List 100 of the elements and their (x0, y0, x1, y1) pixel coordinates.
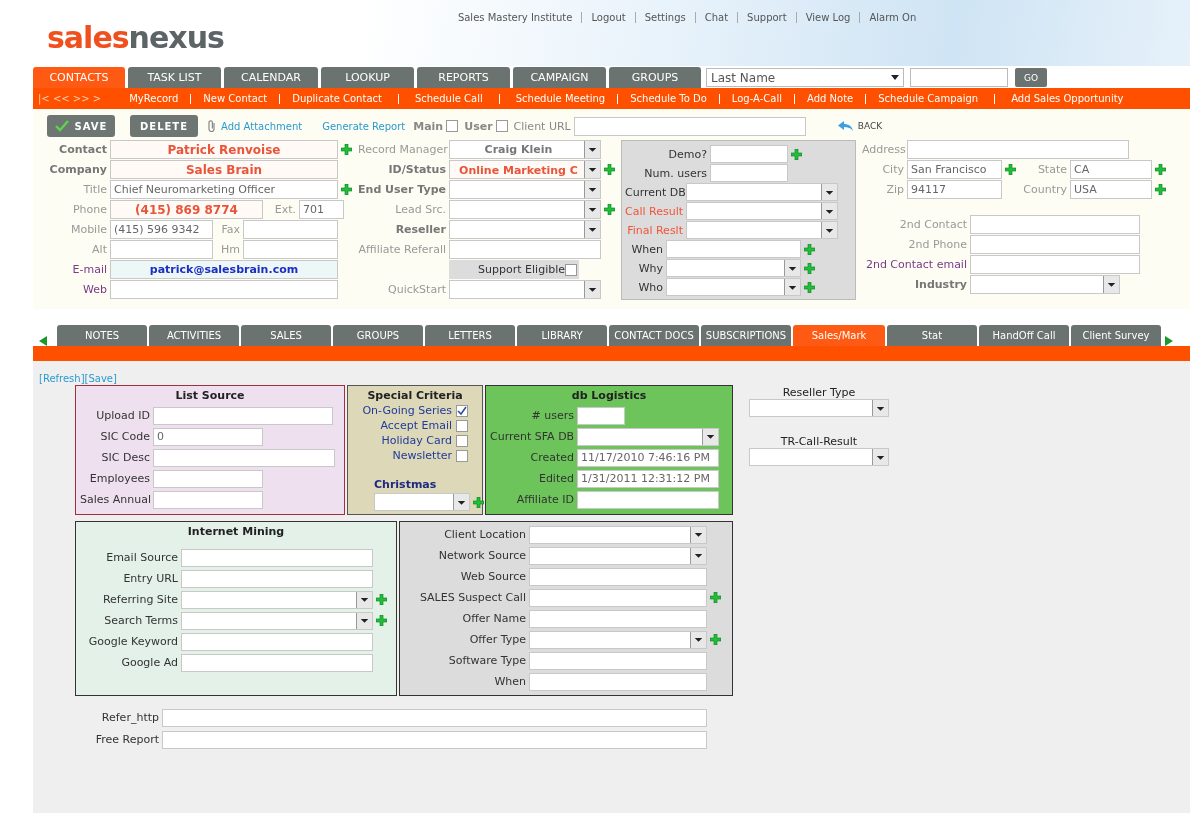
action-link[interactable]: MyRecord (129, 93, 179, 104)
dropdown[interactable] (529, 525, 707, 544)
add-icon[interactable] (604, 204, 615, 215)
text-field[interactable] (162, 708, 707, 727)
text-field[interactable]: 0 (153, 427, 263, 446)
text-field[interactable]: (415) 596 9342 (110, 220, 213, 239)
text-field[interactable] (529, 672, 707, 691)
dropdown[interactable] (686, 202, 838, 220)
save-button[interactable]: SAVE (47, 115, 115, 137)
nav-tab[interactable]: CALENDAR (224, 67, 318, 88)
dropdown[interactable]: Online Marketing C (449, 160, 601, 179)
dropdown[interactable] (449, 200, 601, 219)
logo[interactable]: salesnexus (47, 20, 224, 55)
nav-tab[interactable]: TASK LIST (128, 67, 221, 88)
text-field[interactable]: San Francisco (907, 160, 1002, 179)
dropdown[interactable]: Craig Klein (449, 140, 601, 159)
dropdown[interactable] (449, 180, 601, 199)
add-icon[interactable] (473, 496, 484, 508)
header-link[interactable]: Alarm On (859, 12, 926, 23)
text-field[interactable] (529, 609, 707, 628)
add-attachment-link[interactable]: Add Attachment (221, 120, 303, 132)
header-link[interactable]: View Log (795, 12, 860, 23)
add-icon[interactable] (1155, 164, 1166, 175)
search-field-selector[interactable]: Last Name (706, 68, 904, 87)
dropdown[interactable] (449, 280, 601, 299)
action-link[interactable]: Add Sales Opportunity (1011, 93, 1124, 104)
text-field[interactable] (666, 240, 801, 258)
text-field[interactable]: 94117 (907, 180, 1002, 199)
nav-tab[interactable]: CONTACTS (33, 67, 125, 88)
nav-tab[interactable]: REPORTS (417, 67, 510, 88)
text-field[interactable] (710, 145, 788, 163)
section-tab[interactable]: ACTIVITIES (149, 325, 239, 346)
action-link[interactable]: Duplicate Contact (292, 93, 382, 104)
generate-report-link[interactable]: Generate Report (322, 120, 406, 132)
action-link[interactable]: Schedule Meeting (515, 93, 606, 104)
dropdown[interactable] (666, 278, 801, 296)
action-link[interactable]: Schedule Call (414, 93, 483, 104)
text-field[interactable] (449, 240, 601, 259)
text-field[interactable] (529, 567, 707, 586)
add-icon[interactable] (376, 615, 387, 626)
action-link[interactable]: New Contact (203, 93, 268, 104)
add-icon[interactable] (710, 634, 721, 645)
section-tab[interactable]: Client Survey (1071, 325, 1161, 346)
text-field[interactable] (181, 569, 373, 588)
text-field[interactable]: 701 (299, 200, 344, 219)
add-icon[interactable] (791, 148, 802, 160)
dropdown[interactable] (970, 275, 1120, 294)
section-tab[interactable]: Sales/Mark (793, 325, 885, 346)
add-icon[interactable] (376, 594, 387, 605)
dropdown[interactable] (181, 590, 373, 609)
text-field[interactable]: Sales Brain (110, 160, 338, 179)
checkbox[interactable] (456, 449, 468, 462)
checkbox[interactable] (495, 120, 508, 132)
nav-tab[interactable]: CAMPAIGN (513, 67, 606, 88)
section-tab[interactable]: Stat (887, 325, 977, 346)
header-link[interactable]: Sales Mastery Institute (448, 12, 582, 23)
add-icon[interactable] (804, 262, 815, 274)
record-navigation[interactable]: |< << >> > (38, 93, 102, 104)
section-tab[interactable]: GROUPS (333, 325, 423, 346)
add-icon[interactable] (710, 592, 721, 603)
header-link[interactable]: Settings (634, 12, 695, 23)
text-field[interactable] (153, 469, 263, 488)
text-field[interactable] (181, 548, 373, 567)
text-field[interactable]: 1/31/2011 12:31:12 PM (577, 469, 719, 488)
text-field[interactable] (153, 490, 263, 509)
text-field[interactable]: 11/17/2010 7:46:16 PM (577, 448, 719, 467)
section-tab[interactable]: LETTERS (425, 325, 515, 346)
header-link[interactable]: Chat (694, 12, 738, 23)
add-icon[interactable] (604, 164, 615, 175)
dropdown[interactable] (529, 546, 707, 565)
add-icon[interactable] (804, 281, 815, 293)
delete-button[interactable]: DELETE (130, 115, 198, 137)
text-field[interactable]: USA (1070, 180, 1152, 199)
back-button[interactable]: BACK (837, 120, 883, 132)
text-field[interactable] (970, 215, 1140, 234)
action-link[interactable]: Log-A-Call (731, 93, 782, 104)
scroll-left-icon[interactable] (39, 336, 47, 346)
add-icon[interactable] (1155, 184, 1166, 195)
checkbox[interactable] (456, 404, 468, 417)
add-icon[interactable] (804, 243, 815, 255)
dropdown[interactable] (749, 399, 889, 417)
dropdown[interactable] (181, 611, 373, 630)
add-icon[interactable] (341, 184, 352, 195)
text-field[interactable]: Chief Neuromarketing Officer (110, 180, 338, 199)
dropdown[interactable] (749, 448, 889, 466)
add-icon[interactable] (1005, 164, 1016, 175)
dropdown[interactable] (449, 220, 601, 239)
dropdown[interactable] (529, 630, 707, 649)
text-field[interactable]: patrick@salesbrain.com (110, 260, 338, 279)
text-field[interactable] (181, 632, 373, 651)
text-field[interactable]: Patrick Renvoise (110, 140, 338, 159)
text-field[interactable] (181, 653, 373, 672)
checkbox[interactable] (446, 120, 459, 132)
section-link[interactable]: [Refresh] (39, 373, 85, 384)
dropdown[interactable] (666, 259, 801, 277)
section-tab[interactable]: NOTES (57, 325, 147, 346)
text-field[interactable] (573, 116, 806, 136)
section-link[interactable]: [Save] (84, 373, 117, 384)
text-field[interactable] (153, 448, 335, 467)
action-link[interactable]: Schedule Campaign (878, 93, 979, 104)
